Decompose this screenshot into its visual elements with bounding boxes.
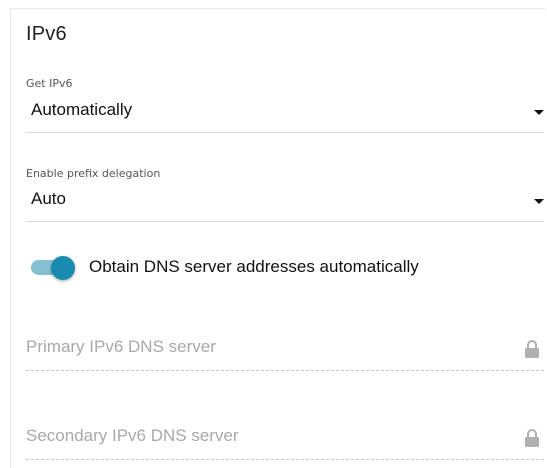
prefix-delegation-value: Auto (31, 189, 66, 208)
primary-dns-input: Primary IPv6 DNS server (26, 335, 544, 371)
primary-dns-placeholder: Primary IPv6 DNS server (26, 337, 216, 356)
secondary-dns-input: Secondary IPv6 DNS server (26, 424, 544, 460)
get-ipv6-label: Get IPv6 (26, 77, 73, 90)
prefix-delegation-select[interactable]: Auto (26, 186, 544, 222)
dns-auto-toggle-label: Obtain DNS server addresses automaticall… (89, 257, 419, 276)
dns-auto-toggle-row: Obtain DNS server addresses automaticall… (31, 254, 511, 284)
secondary-dns-placeholder: Secondary IPv6 DNS server (26, 426, 239, 445)
ipv6-panel: IPv6 Get IPv6 Automatically Enable prefi… (10, 8, 545, 468)
caret-down-icon (534, 110, 544, 115)
section-title: IPv6 (26, 23, 67, 45)
caret-down-icon (534, 199, 544, 204)
lock-icon (525, 429, 539, 447)
get-ipv6-select[interactable]: Automatically (26, 97, 544, 133)
lock-icon (525, 340, 539, 358)
toggle-thumb[interactable] (51, 256, 75, 280)
get-ipv6-value: Automatically (31, 100, 133, 119)
prefix-delegation-label: Enable prefix delegation (26, 167, 161, 180)
